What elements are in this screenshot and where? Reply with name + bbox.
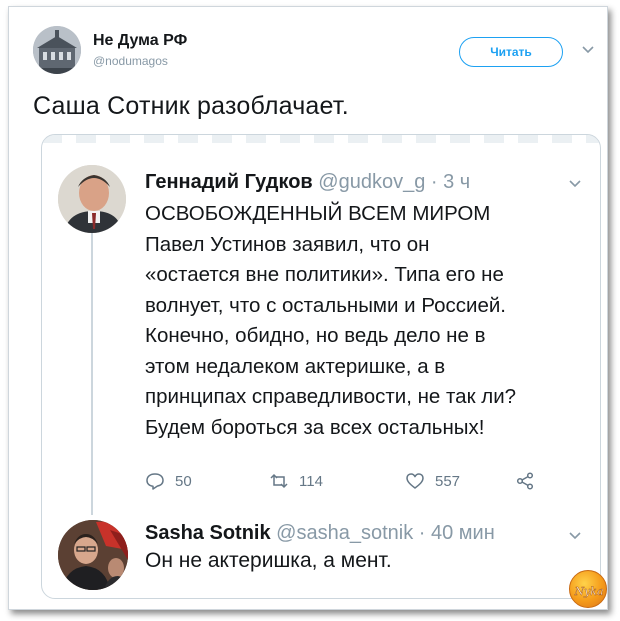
quoted-tweet-header: Геннадий Гудков @gudkov_g · 3 ч — [145, 171, 470, 194]
author-handle[interactable]: @nodumagos — [93, 54, 168, 68]
like-action[interactable]: 557 — [405, 468, 460, 494]
building-image-icon — [33, 26, 81, 74]
tweet-text: Саша Сотник разоблачает. — [33, 92, 349, 120]
reply-icon — [146, 473, 164, 490]
follow-button[interactable]: Читать — [459, 37, 563, 67]
svg-text:Nyka: Nyka — [573, 585, 603, 598]
retweet-icon — [270, 473, 288, 489]
thread-connector-line — [91, 207, 93, 515]
quoted-author-name[interactable]: Геннадий Гудков — [145, 171, 313, 193]
retweet-count: 114 — [299, 472, 323, 490]
chevron-down-icon[interactable] — [581, 43, 595, 57]
reply-author-name[interactable]: Sasha Sotnik — [145, 522, 271, 544]
author-name[interactable]: Не Дума РФ — [93, 32, 187, 50]
reply-tweet-text: Он не актеришка, а мент. — [145, 549, 392, 572]
reply-action[interactable]: 50 — [145, 468, 192, 494]
author-avatar[interactable] — [33, 26, 81, 74]
tweet-screenshot-frame: Не Дума РФ @nodumagos Читать Саша Сотник… — [8, 6, 608, 610]
person-photo-icon — [58, 520, 128, 590]
card-top-edge — [42, 135, 600, 143]
quoted-thread-card[interactable]: Геннадий Гудков @gudkov_g · 3 ч ОСВОБОЖД… — [41, 134, 601, 599]
sotnik-avatar[interactable] — [58, 520, 128, 590]
person-photo-icon — [58, 165, 126, 233]
reply-author-handle[interactable]: @sasha_sotnik · 40 мин — [276, 522, 495, 544]
quoted-tweet-text: ОСВОБОЖДЕННЫЙ ВСЕМ МИРОМ Павел Устинов з… — [145, 202, 517, 439]
watermark-logo-icon: Nyka — [573, 585, 603, 598]
share-icon — [516, 472, 534, 490]
chevron-down-icon[interactable] — [568, 529, 582, 543]
quoted-author-handle[interactable]: @gudkov_g · 3 ч — [318, 171, 470, 193]
reply-tweet-header: Sasha Sotnik @sasha_sotnik · 40 мин — [145, 522, 495, 545]
retweet-action[interactable]: 114 — [269, 468, 323, 494]
like-icon — [406, 473, 424, 489]
tweet-actions: 50 114 557 — [145, 468, 534, 494]
watermark-logo: Nyka — [569, 570, 607, 608]
like-count: 557 — [435, 472, 461, 490]
chevron-down-icon[interactable] — [568, 177, 582, 191]
reply-count: 50 — [175, 472, 192, 490]
share-action[interactable] — [515, 468, 535, 494]
gudkov-avatar[interactable] — [58, 165, 126, 233]
